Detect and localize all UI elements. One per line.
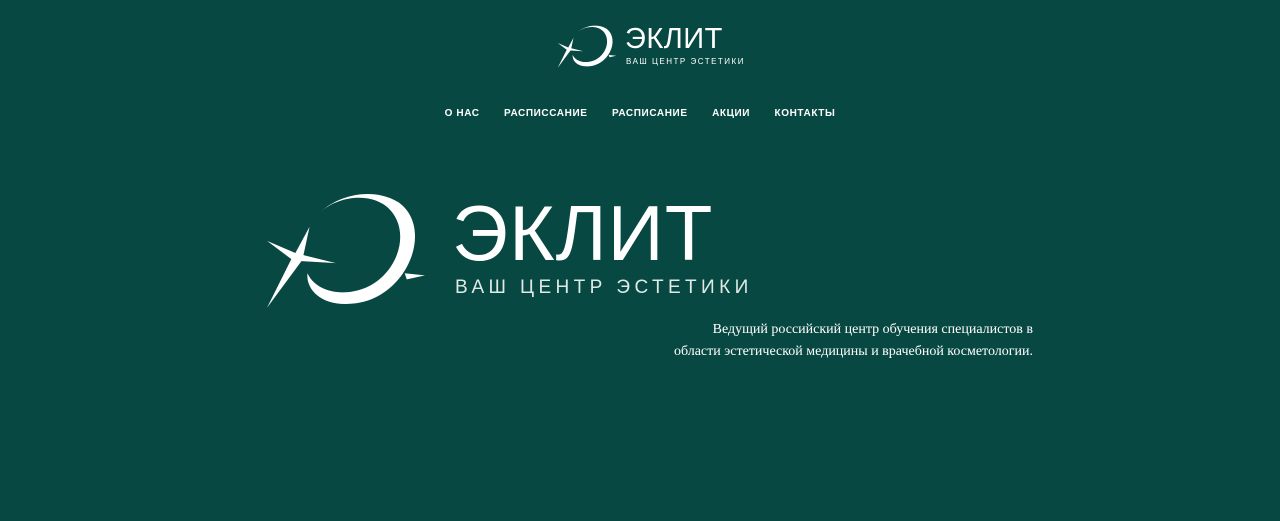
hero-brand-tagline: ВАШ ЦЕНТР ЭСТЕТИКИ <box>455 277 753 298</box>
nav-item-about[interactable]: О НАС <box>445 107 480 121</box>
nav-item-promotions[interactable]: АКЦИИ <box>712 107 750 121</box>
hero-description: Ведущий российский центр обучения специа… <box>620 319 1033 363</box>
header-brand-name: ЭКЛИТ <box>625 23 723 55</box>
nav-item-schedule[interactable]: РАСПИСАНИЕ <box>612 107 688 121</box>
header-brand-tagline: ВАШ ЦЕНТР ЭСТЕТИКИ <box>626 57 745 66</box>
header-logo[interactable]: ЭКЛИТ ВАШ ЦЕНТР ЭСТЕТИКИ <box>557 22 743 72</box>
hero-brand-name: ЭКЛИТ <box>452 189 714 277</box>
main-nav: О НАС РАСПИССАНИЕ РАСПИСАНИЕ АКЦИИ КОНТА… <box>0 103 1280 121</box>
crescent-star-icon <box>557 25 617 68</box>
crescent-star-icon <box>267 194 425 308</box>
hero-description-line-1: Ведущий российский центр обучения специа… <box>712 322 1033 337</box>
hero-description-line-2: области эстетической медицины и врачебно… <box>673 344 1033 359</box>
nav-item-contacts[interactable]: КОНТАКТЫ <box>775 107 836 121</box>
nav-item-schedule-alt[interactable]: РАСПИССАНИЕ <box>504 107 587 121</box>
hero-logo: ЭКЛИТ ВАШ ЦЕНТР ЭСТЕТИКИ <box>265 185 748 315</box>
